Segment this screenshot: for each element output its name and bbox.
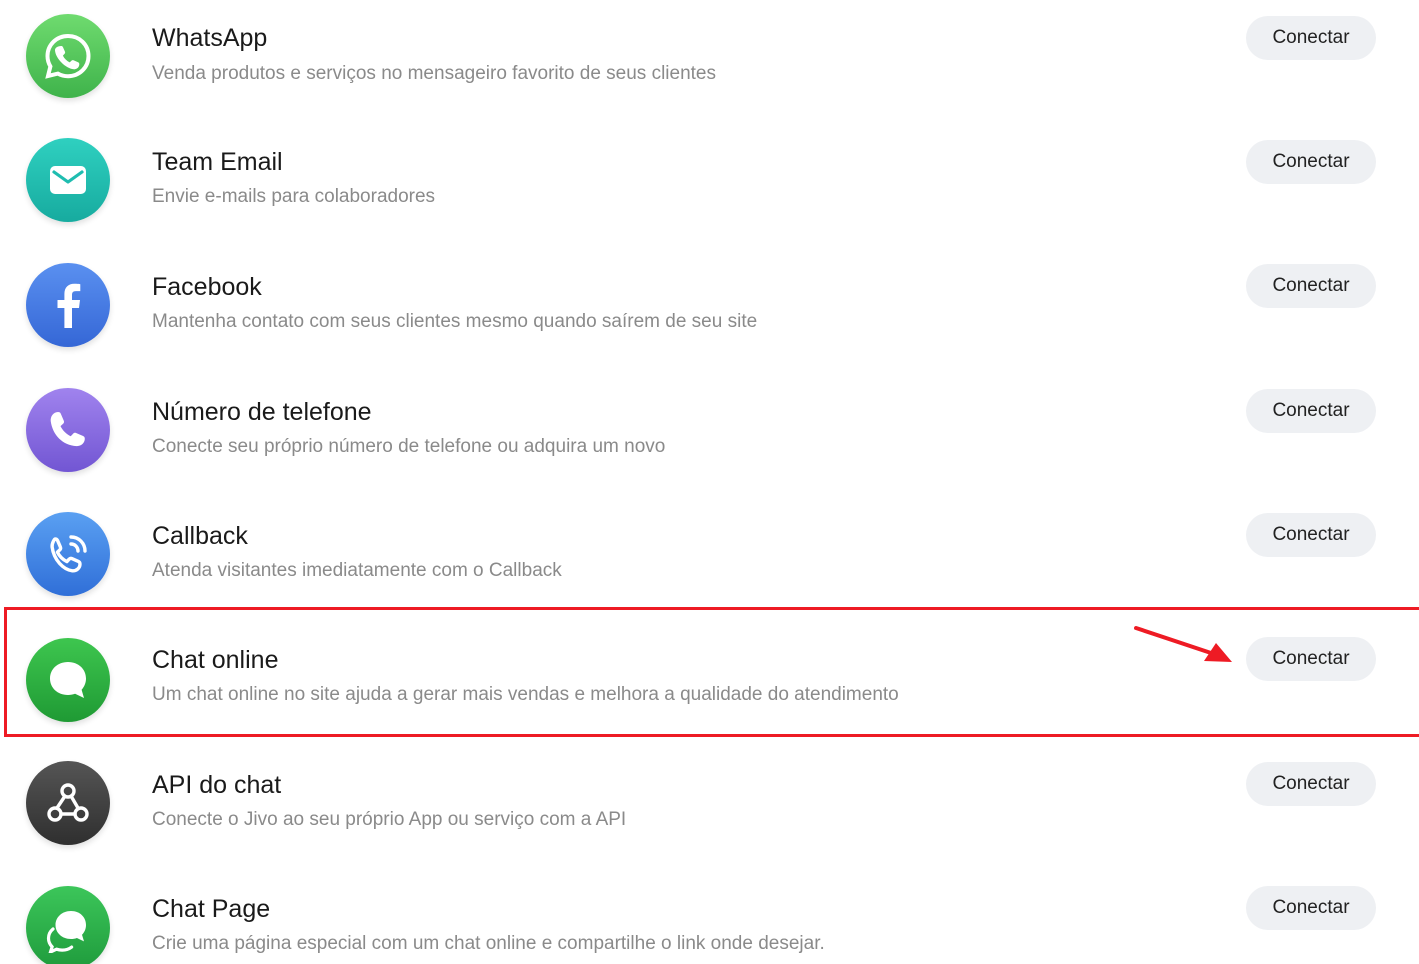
whatsapp-icon [26, 14, 110, 98]
connect-button-chat-api[interactable]: Conectar [1246, 762, 1376, 806]
channel-title: Team Email [152, 148, 283, 176]
webhook-icon [26, 761, 110, 845]
channel-row-phone-number: Número de telefone Conecte seu próprio n… [0, 373, 1419, 497]
channel-description: Crie uma página especial com um chat onl… [152, 933, 825, 954]
channel-title: API do chat [152, 771, 282, 799]
channel-row-facebook: Facebook Mantenha contato com seus clien… [0, 248, 1419, 372]
connect-button-chat-page[interactable]: Conectar [1246, 886, 1376, 930]
connect-button-team-email[interactable]: Conectar [1246, 140, 1376, 184]
channel-description: Conecte o Jivo ao seu próprio App ou ser… [152, 809, 627, 830]
arrow-annotation [1134, 626, 1232, 662]
channel-list: WhatsApp Venda produtos e serviços no me… [0, 0, 1419, 964]
channel-title: WhatsApp [152, 24, 268, 52]
channel-description: Venda produtos e serviços no mensageiro … [152, 63, 716, 84]
channel-title: Callback [152, 522, 248, 550]
channel-row-chat-page: Chat Page Crie uma página especial com u… [0, 870, 1419, 964]
channel-description: Conecte seu próprio número de telefone o… [152, 436, 666, 457]
callback-phone-icon [26, 512, 110, 596]
channel-description: Mantenha contato com seus clientes mesmo… [152, 311, 758, 332]
channel-title: Facebook [152, 273, 262, 301]
channel-row-team-email: Team Email Envie e-mails para colaborado… [0, 124, 1419, 248]
channel-row-whatsapp: WhatsApp Venda produtos e serviços no me… [0, 0, 1419, 124]
connect-button-callback[interactable]: Conectar [1246, 513, 1376, 557]
channel-description: Envie e-mails para colaboradores [152, 186, 436, 207]
channel-row-callback: Callback Atenda visitantes imediatamente… [0, 497, 1419, 621]
channel-row-chat-api: API do chat Conecte o Jivo ao seu própri… [0, 746, 1419, 870]
channel-description: Atenda visitantes imediatamente com o Ca… [152, 560, 562, 581]
connect-button-facebook[interactable]: Conectar [1246, 264, 1376, 308]
phone-icon [26, 388, 110, 472]
connect-button-whatsapp[interactable]: Conectar [1246, 16, 1376, 60]
channel-title: Número de telefone [152, 398, 372, 426]
facebook-icon [26, 263, 110, 347]
envelope-icon [26, 138, 110, 222]
chat-page-icon [26, 886, 110, 964]
channel-title: Chat Page [152, 895, 271, 923]
connect-button-phone-number[interactable]: Conectar [1246, 389, 1376, 433]
